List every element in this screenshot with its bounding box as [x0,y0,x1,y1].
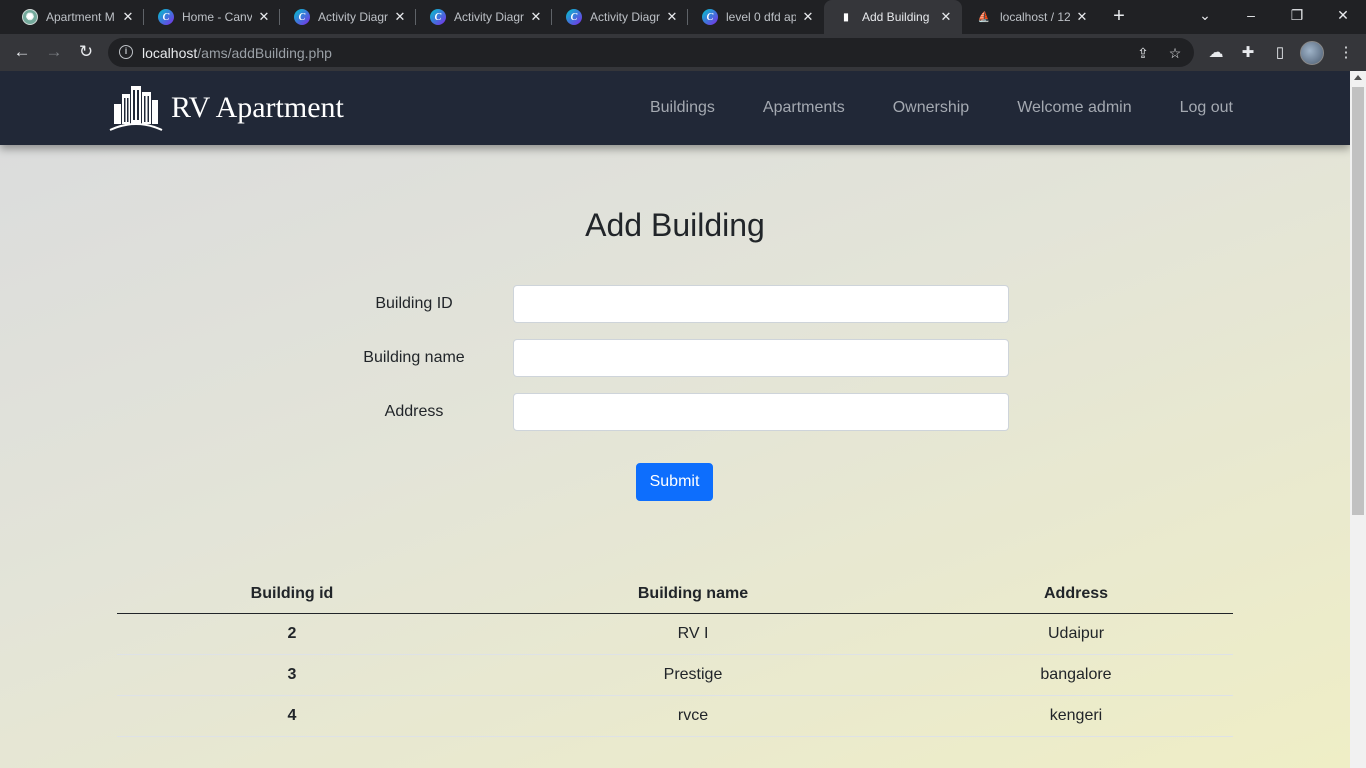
browser-tab[interactable]: ✺ Apartment M ✕ [8,0,144,34]
cell-building-name: Prestige [467,654,919,696]
browser-tab[interactable]: C Activity Diagr ✕ [552,0,688,34]
close-icon[interactable]: ✕ [392,9,408,25]
cell-building-id: 2 [117,613,467,655]
building-id-label: Building ID [375,295,453,312]
cell-address: kengeri [919,695,1233,737]
browser-tab[interactable]: C Activity Diagr ✕ [416,0,552,34]
tab-title: Activity Diagr [590,10,660,24]
page-scrollbar[interactable] [1350,71,1366,768]
submit-button[interactable]: Submit [636,463,713,501]
brand-name: RV Apartment [171,91,344,124]
canva-icon: C [294,9,310,25]
new-tab-button[interactable]: + [1105,5,1133,29]
minimize-button[interactable]: – [1228,0,1274,32]
browser-tab-strip: ✺ Apartment M ✕ C Home - Canva ✕ C Activ… [0,0,1366,34]
building-icon: ▮ [843,11,849,23]
site-info-icon[interactable]: i [119,45,133,59]
cell-building-name: rvce [467,695,919,737]
canva-icon: C [702,9,718,25]
main-nav: Buildings Apartments Ownership Welcome a… [602,99,1233,117]
column-header-building-name: Building name [467,575,919,614]
browser-tab-active[interactable]: ▮ Add Building ✕ [824,0,962,34]
table-header-row: Building id Building name Address [117,575,1233,614]
close-window-button[interactable]: ✕ [1320,0,1366,32]
table-row: 3 Prestige bangalore [117,654,1233,696]
nav-link-ownership[interactable]: Ownership [893,99,969,117]
url-text: localhost/ams/addBuilding.php [142,45,332,61]
back-button[interactable]: ← [9,39,35,65]
canva-icon: C [566,9,582,25]
column-header-address: Address [919,575,1233,614]
close-icon[interactable]: ✕ [256,9,272,25]
reload-button[interactable]: ↻ [73,39,99,65]
cell-address: Udaipur [919,613,1233,655]
building-id-input[interactable] [513,285,1009,323]
close-icon[interactable]: ✕ [664,9,680,25]
tab-title: Activity Diagr [318,10,388,24]
address-bar[interactable]: i localhost/ams/addBuilding.php ⇪ ☆ [108,38,1194,67]
buildings-table: Building id Building name Address 2 RV I… [117,575,1233,737]
cell-building-id: 3 [117,654,467,696]
building-logo-icon [109,86,163,131]
page-title: Add Building [585,207,765,243]
close-icon[interactable]: ✕ [120,9,136,25]
extension-icon[interactable]: ☁ [1206,43,1226,63]
phpmyadmin-icon: ⛵ [977,11,991,23]
tab-title: localhost / 12 [1000,10,1070,24]
building-name-input[interactable] [513,339,1009,377]
nav-link-buildings[interactable]: Buildings [650,99,715,117]
nav-link-apartments[interactable]: Apartments [763,99,845,117]
cell-building-id: 4 [117,695,467,737]
puzzle-icon[interactable]: ✚ [1238,43,1258,63]
close-icon[interactable]: ✕ [528,9,544,25]
browser-toolbar: ← → ↻ i localhost/ams/addBuilding.php ⇪ … [0,34,1366,71]
chatgpt-icon: ✺ [22,9,38,25]
browser-tab[interactable]: C Home - Canva ✕ [144,0,280,34]
browser-tab[interactable]: ⛵ localhost / 12 ✕ [962,0,1098,34]
cell-building-name: RV I [467,613,919,655]
browser-tab[interactable]: C level 0 dfd ap ✕ [688,0,824,34]
canva-icon: C [430,9,446,25]
scroll-up-arrow-icon[interactable] [1354,75,1362,80]
bookmark-star-icon[interactable]: ☆ [1166,44,1184,62]
nav-link-welcome[interactable]: Welcome admin [1017,99,1131,117]
tab-title: Activity Diagr [454,10,524,24]
close-icon[interactable]: ✕ [1074,9,1090,25]
restore-button[interactable]: ❐ [1274,0,1320,32]
nav-link-logout[interactable]: Log out [1180,99,1233,117]
menu-kebab-icon[interactable]: ⋮ [1336,43,1356,63]
building-name-label: Building name [363,349,465,366]
cell-address: bangalore [919,654,1233,696]
close-icon[interactable]: ✕ [800,9,816,25]
close-icon[interactable]: ✕ [938,9,954,25]
tab-title: Home - Canva [182,10,252,24]
forward-button[interactable]: → [41,39,67,65]
profile-avatar[interactable] [1300,41,1324,65]
side-panel-icon[interactable]: ▯ [1270,43,1290,63]
tab-search-button[interactable]: ⌄ [1182,0,1228,32]
canva-icon: C [158,9,174,25]
address-input[interactable] [513,393,1009,431]
brand[interactable]: RV Apartment [108,84,344,132]
column-header-building-id: Building id [117,575,467,614]
table-row: 2 RV I Udaipur [117,613,1233,655]
page-viewport: RV Apartment Buildings Apartments Owners… [0,71,1350,768]
tab-title: Add Building [862,10,930,24]
browser-tab[interactable]: C Activity Diagr ✕ [280,0,416,34]
scrollbar-thumb[interactable] [1352,87,1364,515]
tab-title: level 0 dfd ap [726,10,796,24]
address-label: Address [384,403,444,420]
share-icon[interactable]: ⇪ [1134,44,1152,62]
site-navbar: RV Apartment Buildings Apartments Owners… [0,71,1350,145]
table-row: 4 rvce kengeri [117,695,1233,737]
tab-title: Apartment M [46,10,115,24]
